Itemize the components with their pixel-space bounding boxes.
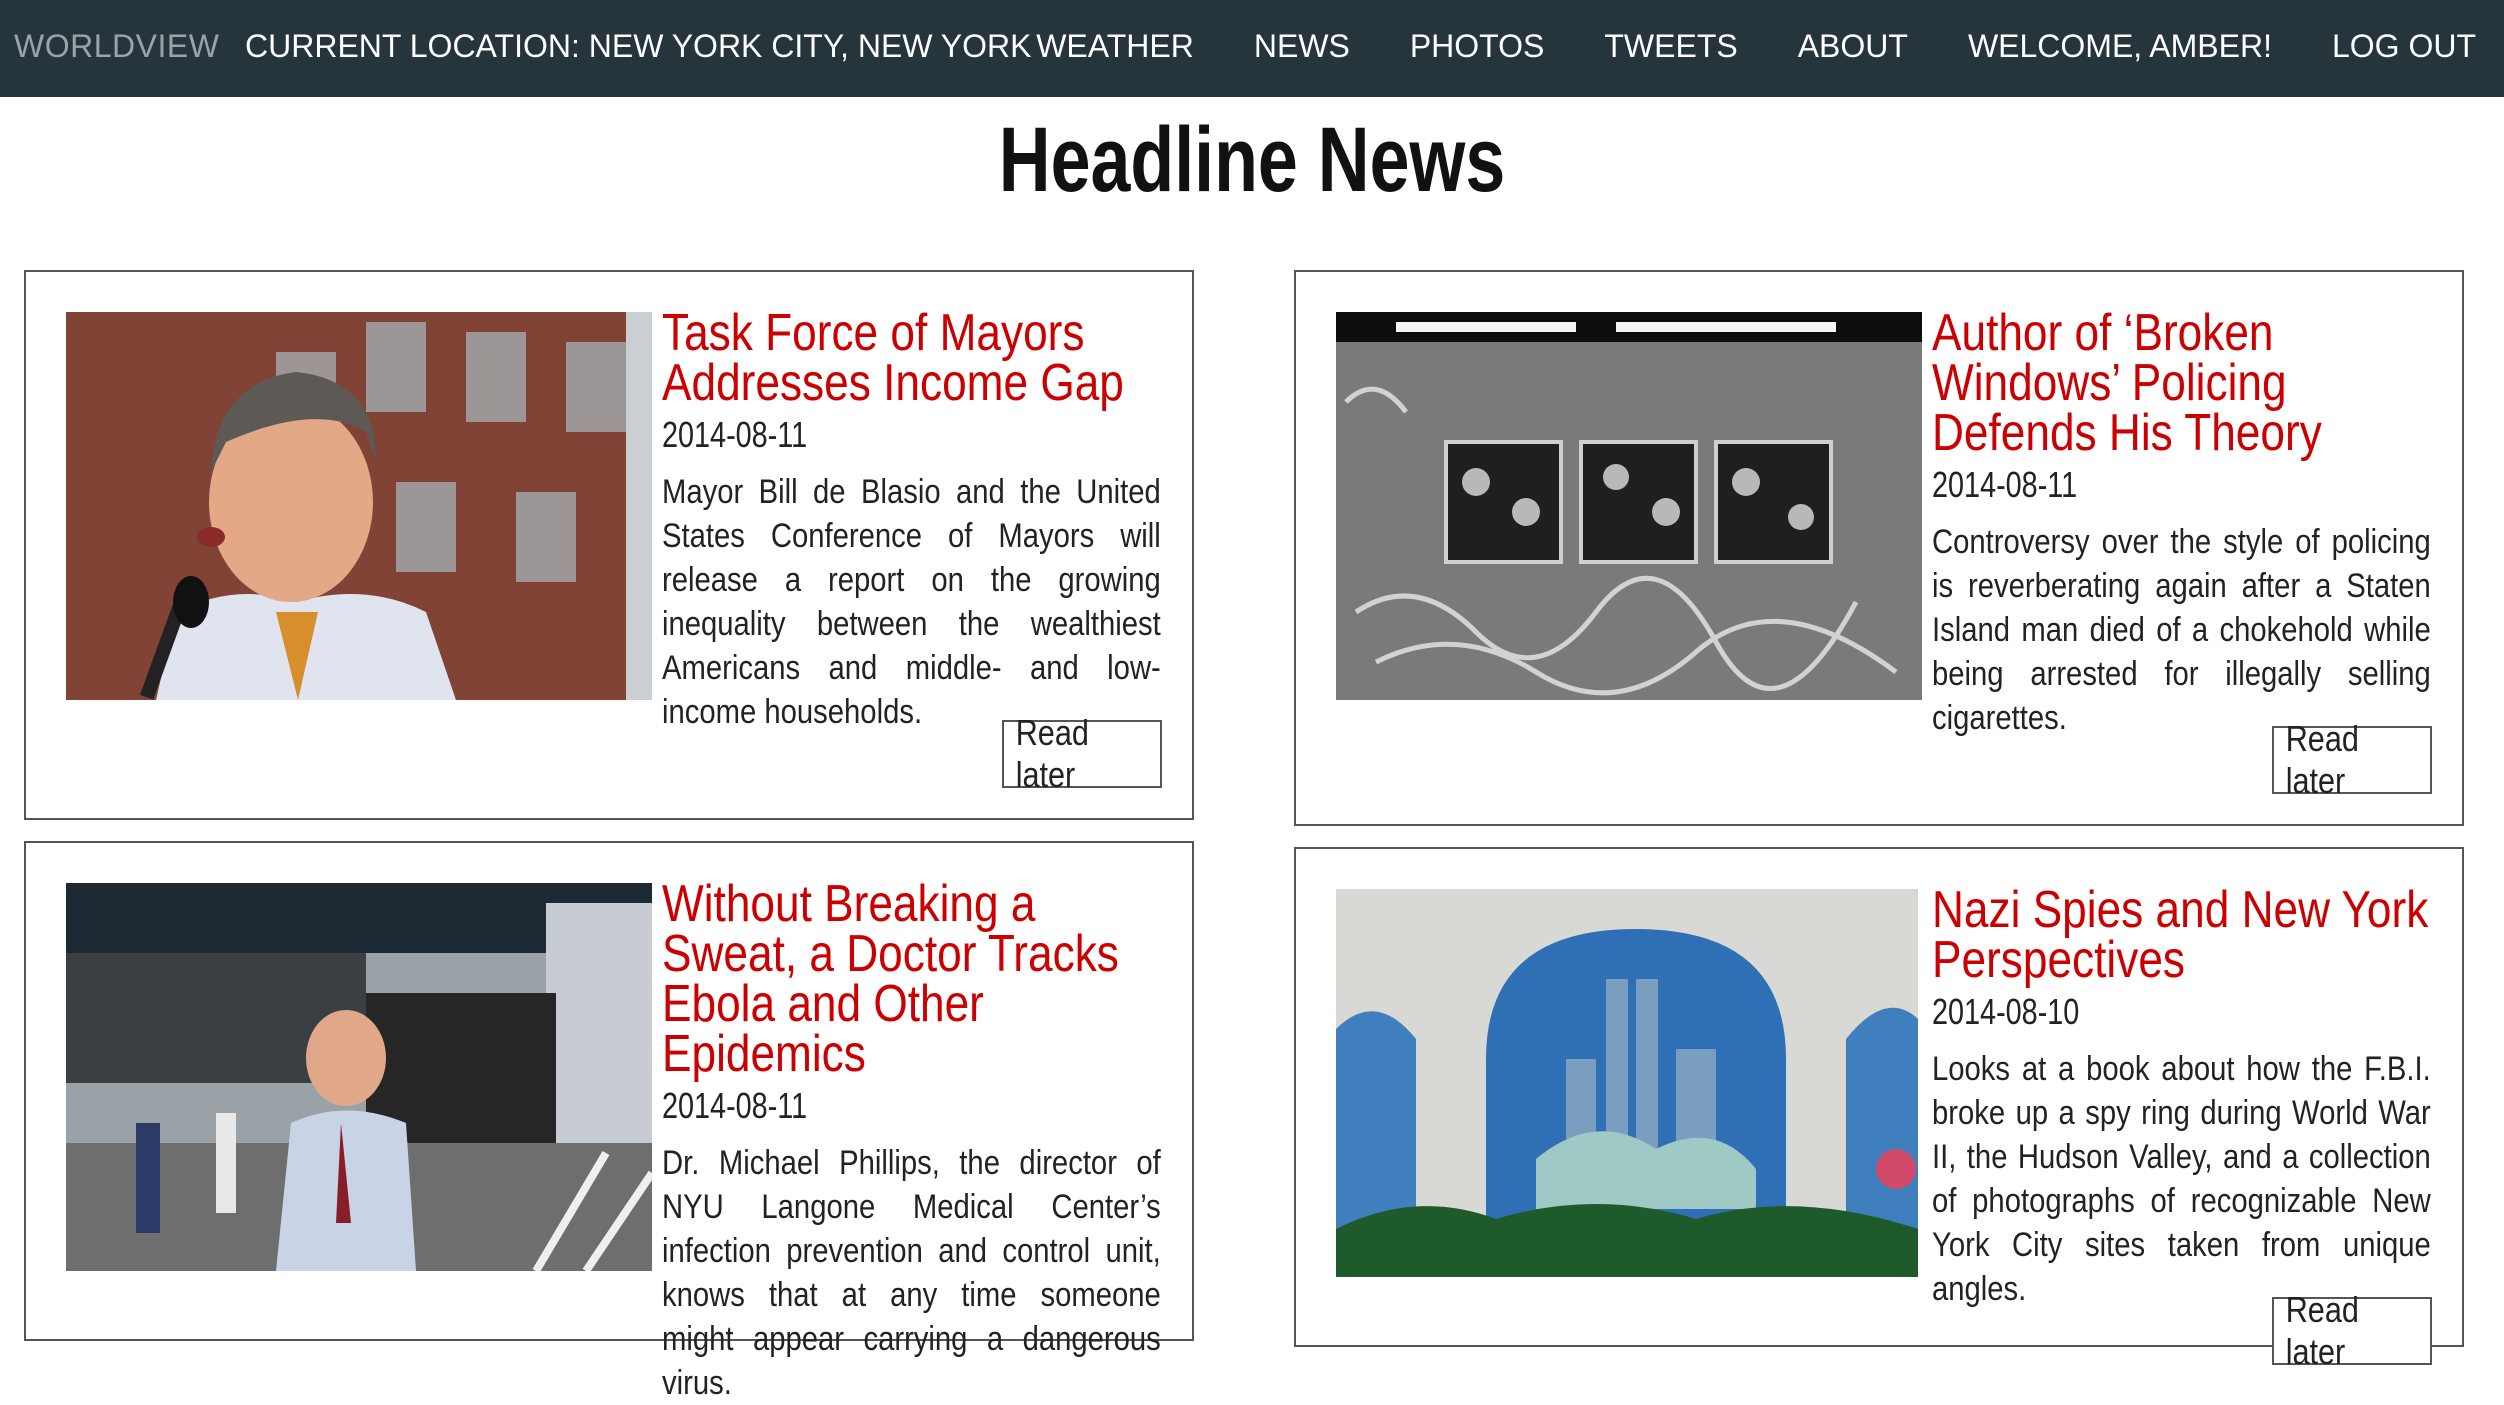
article-title[interactable]: Author of ‘Broken Windows’ Policing Defe… xyxy=(1932,307,2434,459)
article-date: 2014-08-10 xyxy=(1932,991,2080,1032)
article-summary: Controversy over the style of policing i… xyxy=(1932,523,2431,737)
article-date: 2014-08-11 xyxy=(662,1085,808,1126)
brand-logo[interactable]: WORLDVIEW xyxy=(14,28,219,65)
article-summary: Mayor Bill de Blasio and the United Stat… xyxy=(662,473,1161,731)
current-location: CURRENT LOCATION: NEW YORK CITY, NEW YOR… xyxy=(245,28,1032,64)
article-date: 2014-08-11 xyxy=(662,414,808,455)
article-content: Author of ‘Broken Windows’ Policing Defe… xyxy=(1932,307,2434,740)
nav-link-weather[interactable]: WEATHER xyxy=(1036,28,1194,65)
news-card: Without Breaking a Sweat, a Doctor Track… xyxy=(24,841,1194,1402)
article-content: Task Force of Mayors Addresses Income Ga… xyxy=(662,307,1164,734)
nav-link-about[interactable]: ABOUT xyxy=(1798,28,1908,65)
article-summary: Looks at a book about how the F.B.I. bro… xyxy=(1932,1050,2431,1308)
nav-links: WEATHER NEWS PHOTOS TWEETS ABOUT WELCOME… xyxy=(1036,28,2504,65)
article-title[interactable]: Without Breaking a Sweat, a Doctor Track… xyxy=(662,878,1164,1080)
read-later-button[interactable]: Read later xyxy=(2272,1289,2432,1372)
news-card: Author of ‘Broken Windows’ Policing Defe… xyxy=(1294,270,2464,826)
read-later-button[interactable]: Read later xyxy=(2272,718,2432,801)
article-date: 2014-08-11 xyxy=(1932,464,2078,505)
page-title: Headline News xyxy=(998,109,1506,211)
article-image-mural[interactable] xyxy=(1336,889,1922,1277)
article-content: Without Breaking a Sweat, a Doctor Track… xyxy=(662,878,1164,1405)
nav-link-welcome[interactable]: WELCOME, AMBER! xyxy=(1968,28,2272,65)
article-title[interactable]: Nazi Spies and New York Perspectives xyxy=(1932,884,2434,986)
article-summary: Dr. Michael Phillips, the director of NY… xyxy=(662,1144,1161,1402)
article-content: Nazi Spies and New York Perspectives 201… xyxy=(1932,884,2434,1311)
article-title[interactable]: Task Force of Mayors Addresses Income Ga… xyxy=(662,307,1164,409)
top-navbar: WORLDVIEW CURRENT LOCATION: NEW YORK CIT… xyxy=(0,0,2504,97)
nav-link-tweets[interactable]: TWEETS xyxy=(1604,28,1737,65)
nav-link-photos[interactable]: PHOTOS xyxy=(1410,28,1545,65)
news-card: Nazi Spies and New York Perspectives 201… xyxy=(1294,847,2464,1372)
nav-link-logout[interactable]: LOG OUT xyxy=(2332,28,2476,65)
article-image-subway[interactable] xyxy=(1336,312,1922,700)
article-image-mayor[interactable] xyxy=(66,312,652,700)
news-card: Task Force of Mayors Addresses Income Ga… xyxy=(24,270,1194,820)
article-image-doctor[interactable] xyxy=(66,883,652,1271)
nav-link-news[interactable]: NEWS xyxy=(1254,28,1350,65)
read-later-button[interactable]: Read later xyxy=(1002,712,1162,795)
